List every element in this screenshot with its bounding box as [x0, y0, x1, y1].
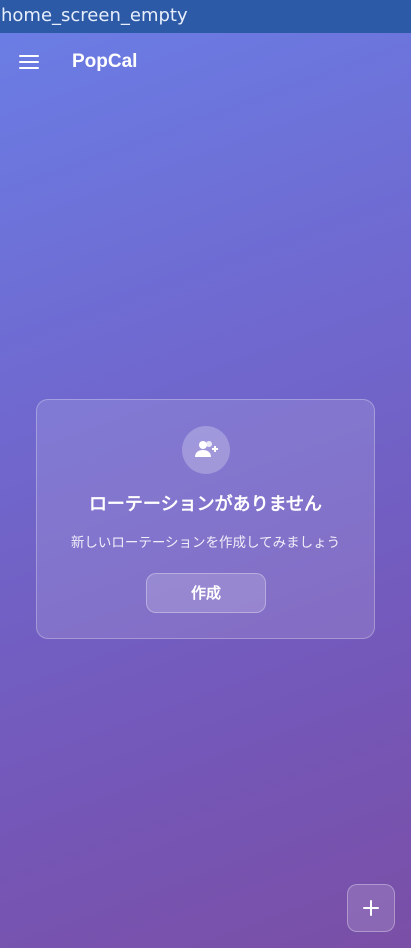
app-bar: PopCal [0, 33, 411, 93]
window-title-bar: home_screen_empty [0, 0, 411, 33]
add-fab-button[interactable] [347, 884, 395, 932]
empty-state-icon-circle [182, 426, 230, 474]
window-title: home_screen_empty [1, 5, 188, 26]
hamburger-menu-icon [19, 55, 39, 69]
app-title: PopCal [72, 51, 138, 72]
create-button[interactable]: 作成 [146, 573, 266, 613]
plus-icon [363, 900, 379, 916]
add-group-icon [195, 441, 218, 457]
empty-state-card: ローテーションがありません 新しいローテーションを作成してみましょう 作成 [36, 399, 375, 639]
empty-state-title: ローテーションがありません [88, 494, 323, 515]
empty-state-subtitle: 新しいローテーションを作成してみましょう [70, 535, 341, 551]
menu-button[interactable] [12, 45, 46, 79]
